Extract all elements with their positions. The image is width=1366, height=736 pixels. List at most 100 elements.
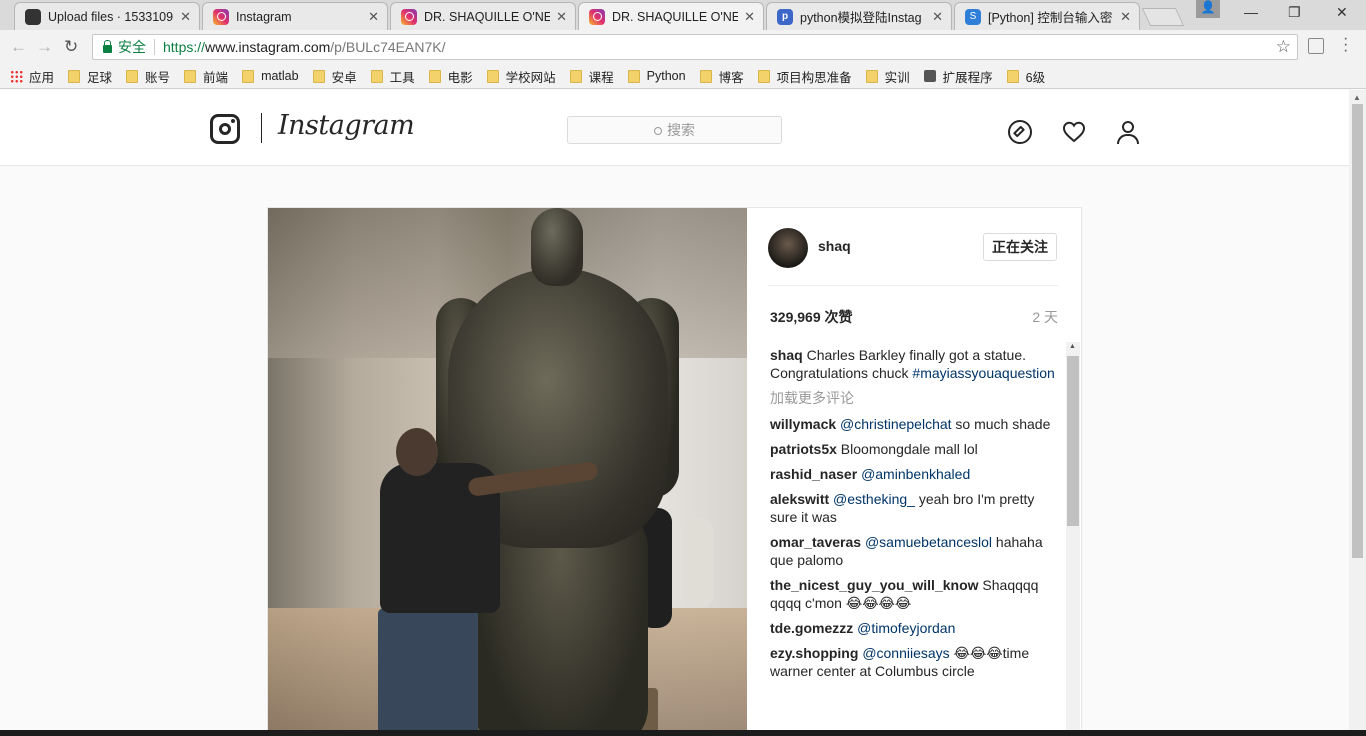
instagram-camera-icon[interactable] [210,114,240,144]
url-bar[interactable]: 安全 https:// www.instagram.com /p/BULc74E… [92,34,1298,60]
post-sidebar: shaq 正在关注 329,969 次赞 2 天 shaq Charles Ba… [747,208,1082,730]
bookmark-folder[interactable]: 6级 [1006,67,1045,86]
scroll-up-arrow-icon[interactable]: ▲ [1069,343,1076,350]
tab-python-login[interactable]: p python模拟登陆Instag ✕ [766,2,952,30]
logo-divider [261,113,262,143]
post-photo[interactable] [268,208,747,730]
explore-compass-icon[interactable] [1008,120,1032,144]
restore-button[interactable]: ❐ [1288,4,1301,21]
close-tab-icon[interactable]: ✕ [180,9,191,25]
folder-icon [699,69,712,83]
bookmark-folder[interactable]: 博客 [699,67,744,86]
mention-link[interactable]: @samuebetanceslol [865,534,992,550]
close-tab-icon[interactable]: ✕ [1120,9,1131,25]
profile-person-icon[interactable] [1116,120,1140,144]
bookmark-folder[interactable]: 工具 [370,67,415,86]
tab-shaq-active[interactable]: DR. SHAQUILLE O'NEA ✕ [578,2,764,30]
address-toolbar: ← → ↻ 安全 https:// www.instagram.com /p/B… [0,30,1366,64]
list-item: willymack @christinepelchat so much shad… [770,415,1060,433]
bookmark-folder[interactable]: 前端 [184,67,228,86]
list-item: alekswitt @estheking_ yeah bro I'm prett… [770,490,1060,526]
instagram-icon [401,8,417,25]
scrollbar-thumb[interactable] [1067,356,1079,526]
comment-username[interactable]: rashid_naser [770,466,857,482]
folder-icon [242,69,255,83]
url-path: /p/BULc74EAN7K/ [330,39,446,55]
comment-username[interactable]: alekswitt [770,491,829,507]
bookmark-apps[interactable]: 应用 [29,67,54,86]
man-legs [378,608,478,730]
likes-count[interactable]: 329,969 次赞 [770,307,853,327]
close-window-button[interactable]: ✕ [1336,4,1348,21]
instagram-wordmark[interactable]: Instagram [278,110,415,141]
comment-username[interactable]: tde.gomezzz [770,620,853,636]
mention-link[interactable]: @christinepelchat [840,416,952,432]
bookmark-folder[interactable]: 电影 [428,67,473,86]
comments-list: shaq Charles Barkley finally got a statu… [770,346,1060,730]
post-timestamp[interactable]: 2 天 [1032,307,1058,327]
comment-username[interactable]: willymack [770,416,836,432]
bookmark-star-icon[interactable]: ☆ [1276,37,1291,57]
tab-python-console[interactable]: S [Python] 控制台输入密 ✕ [954,2,1140,30]
mention-link[interactable]: @timofeyjordan [857,620,955,636]
hashtag-link[interactable]: #mayiassyouaquestion [912,365,1054,381]
close-tab-icon[interactable]: ✕ [556,9,567,25]
folder-icon [68,69,81,83]
avatar[interactable] [768,228,808,268]
back-arrow-icon[interactable]: ← [10,37,27,57]
scroll-up-arrow-icon[interactable]: ▲ [1353,93,1361,102]
comment-text: so much shade [951,416,1051,432]
following-button[interactable]: 正在关注 [983,233,1057,261]
bookmark-folder[interactable]: Python [627,69,686,83]
python-icon: p [777,8,793,25]
mention-link[interactable]: @estheking_ [833,491,915,507]
search-input[interactable]: 搜索 [567,116,782,144]
tab-shaq-1[interactable]: DR. SHAQUILLE O'NEA ✕ [390,2,576,30]
instagram-icon [589,8,605,25]
scrollbar-thumb[interactable] [1352,104,1363,558]
bookmark-folder[interactable]: 项目构思准备 [757,67,852,86]
post-username[interactable]: shaq [818,238,851,254]
mention-link[interactable]: @aminbenkhaled [861,466,970,482]
comment-username[interactable]: shaq [770,347,803,363]
profile-icon[interactable]: 👤 [1196,0,1220,18]
reload-icon[interactable]: ↻ [64,37,78,57]
folder-icon [428,69,441,83]
heart-icon[interactable] [1062,120,1086,144]
minimize-button[interactable]: — [1244,4,1258,20]
comment-username[interactable]: ezy.shopping [770,645,858,661]
divider [768,285,1058,286]
mention-link[interactable]: @conniiesays [862,645,949,661]
tab-instagram[interactable]: Instagram ✕ [202,2,388,30]
bookmark-folder[interactable]: 账号 [126,67,170,86]
url-scheme: https:// [163,39,206,55]
menu-dots-icon[interactable]: · · · [1343,31,1348,59]
apps-grid-icon [10,69,23,83]
url-host: www.instagram.com [205,39,331,55]
close-tab-icon[interactable]: ✕ [368,9,379,25]
tab-upload-files[interactable]: Upload files · 1533109 ✕ [14,2,200,30]
comment-username[interactable]: the_nicest_guy_you_will_know [770,577,979,593]
comments-scrollbar[interactable]: ▲ [1066,342,1080,730]
bookmark-folder[interactable]: 足球 [68,67,112,86]
comment-username[interactable]: omar_taveras [770,534,861,550]
secure-label: 安全 [118,39,146,55]
comment-username[interactable]: patriots5x [770,441,837,457]
bookmark-folder[interactable]: 学校网站 [486,67,556,86]
list-item: omar_taveras @samuebetanceslol hahaha qu… [770,533,1060,569]
bookmark-folder[interactable]: 课程 [569,67,614,86]
search-placeholder: 搜索 [667,122,695,138]
bookmark-folder[interactable]: 实训 [865,67,910,86]
forward-arrow-icon[interactable]: → [36,37,53,57]
folder-icon [370,69,383,83]
extension-icon[interactable] [1308,38,1324,54]
close-tab-icon[interactable]: ✕ [932,9,943,25]
page-scrollbar[interactable]: ▲ [1349,90,1366,730]
bookmark-folder[interactable]: 安卓 [312,67,357,86]
new-tab-button[interactable] [1141,8,1185,26]
close-tab-icon[interactable]: ✕ [744,9,755,25]
load-more-comments[interactable]: 加载更多评论 [770,389,1060,407]
bookmark-folder[interactable]: matlab [242,69,299,83]
segmentfault-icon: S [965,8,981,25]
bookmark-extensions[interactable]: 扩展程序 [923,67,993,86]
